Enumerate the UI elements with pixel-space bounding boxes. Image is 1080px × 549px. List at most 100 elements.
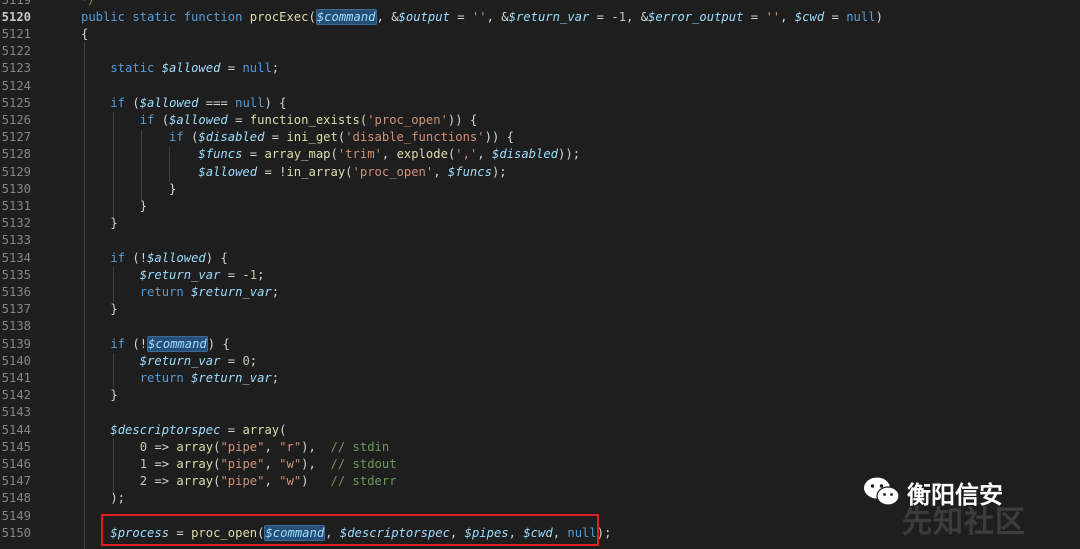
code-token: , &	[626, 9, 649, 24]
code-line[interactable]: 5124	[0, 78, 1080, 95]
code-line[interactable]: 5137 }	[0, 301, 1080, 318]
highlight-box	[101, 514, 599, 546]
code-token: $return_var	[139, 267, 221, 282]
line-number: 5137	[1, 302, 31, 317]
code-line[interactable]: 5127 if ($disabled = ini_get('disable_fu…	[0, 129, 1080, 146]
code-line[interactable]: 5134 if (!$allowed) {	[0, 250, 1080, 267]
code-line[interactable]: 5136 return $return_var;	[0, 284, 1080, 301]
code-token: =	[227, 112, 250, 127]
code-line[interactable]: 5126 if ($allowed = function_exists('pro…	[0, 112, 1080, 129]
code-line[interactable]: 5140 $return_var = 0;	[0, 353, 1080, 370]
code-token: (	[161, 112, 170, 127]
code-text: if ($allowed === null) {	[81, 95, 286, 112]
line-number: 5122	[1, 44, 31, 59]
line-number: 5119	[0, 0, 31, 9]
code-token: $return_var	[191, 370, 272, 385]
line-number: 5139	[1, 336, 31, 351]
code-line[interactable]: 5144 $descriptorspec = array(	[0, 422, 1080, 439]
code-line[interactable]: 5143	[0, 404, 1080, 421]
code-token: $error_output	[648, 9, 744, 24]
line-number: 5147	[1, 474, 31, 489]
code-token: 'trim'	[337, 147, 382, 162]
code-token: 1	[618, 9, 627, 24]
code-token: ,	[780, 9, 795, 24]
line-number: 5133	[1, 233, 31, 248]
code-token: null	[846, 9, 876, 24]
code-token: ;	[257, 267, 265, 282]
code-text: $allowed = !in_array('proc_open', $funcs…	[81, 164, 506, 181]
code-token: $descriptorspec	[110, 422, 221, 437]
code-line[interactable]: 5138	[0, 318, 1080, 335]
line-number: 5126	[1, 112, 31, 127]
code-text: return $return_var;	[81, 370, 279, 387]
code-token: 0	[139, 439, 148, 454]
code-token: =>	[147, 474, 177, 489]
code-line[interactable]: 5122	[0, 43, 1080, 60]
code-token: $disabled	[491, 147, 559, 162]
code-token: array	[242, 422, 280, 437]
code-line[interactable]: 5133	[0, 232, 1080, 249]
line-number: 5123	[1, 61, 31, 76]
code-text: $return_var = 0;	[81, 353, 257, 370]
code-token: null	[242, 61, 272, 76]
code-token: ,	[264, 456, 280, 471]
code-line[interactable]: 5123 static $allowed = null;	[0, 60, 1080, 77]
code-token: ),	[301, 456, 331, 471]
code-line[interactable]: 5132 }	[0, 215, 1080, 232]
line-number: 5141	[1, 370, 31, 385]
code-line[interactable]: 5135 $return_var = -1;	[0, 267, 1080, 284]
highlighted-token: $command	[147, 335, 208, 352]
line-number: 5148	[1, 491, 31, 506]
code-line[interactable]: 5125 if ($allowed === null) {	[0, 95, 1080, 112]
line-number: 5128	[1, 147, 31, 162]
code-token: ) {	[207, 336, 230, 351]
code-token: =>	[147, 456, 177, 471]
code-token: }	[81, 216, 118, 231]
code-line[interactable]: 5120 public static function procExec($com…	[0, 8, 1080, 26]
line-number: 5140	[1, 353, 31, 368]
code-line[interactable]: 5119 */	[0, 0, 1080, 9]
code-line[interactable]: 5145 0 => array("pipe", "r"), // stdin	[0, 439, 1080, 456]
code-line[interactable]: 5139 if (!$command) {	[0, 335, 1080, 353]
code-token: )	[301, 474, 331, 489]
code-token: ===	[198, 95, 236, 110]
indent-guide	[113, 353, 114, 388]
code-token: if	[81, 130, 192, 145]
line-number: 5130	[1, 181, 31, 196]
indent-guide	[113, 267, 114, 302]
indent-guide	[113, 112, 114, 217]
code-line[interactable]: 5130 }	[0, 181, 1080, 198]
line-number: 5124	[1, 78, 31, 93]
code-token: (	[132, 95, 140, 110]
code-text: $funcs = array_map('trim', explode(',', …	[81, 146, 580, 163]
code-editor[interactable]: 5119 */ 5120 public static function procExe…	[0, 0, 1080, 549]
code-token: if	[81, 112, 162, 127]
code-token: "r"	[279, 439, 302, 454]
highlighted-token: $command	[315, 8, 377, 25]
code-token: ,	[264, 439, 280, 454]
code-token: $funcs	[198, 147, 243, 162]
line-number: 5132	[1, 216, 31, 231]
code-token: {	[81, 26, 89, 41]
code-line[interactable]: 5129 $allowed = !in_array('proc_open', $…	[0, 164, 1080, 181]
line-number: 5138	[1, 319, 31, 334]
code-token: =	[220, 422, 243, 437]
watermark-account: 衡阳信安	[907, 481, 1003, 509]
code-text: }	[81, 301, 117, 318]
code-line[interactable]: 5146 1 => array("pipe", "w"), // stdout	[0, 456, 1080, 473]
code-line[interactable]: 5142 }	[0, 387, 1080, 404]
code-token: =	[449, 9, 472, 24]
code-token: public static function	[81, 9, 250, 24]
code-line[interactable]: 5131 }	[0, 198, 1080, 215]
code-token: , &	[486, 9, 509, 24]
line-number: 5131	[1, 198, 31, 213]
code-line[interactable]: 5128 $funcs = array_map('trim', explode(…	[0, 146, 1080, 163]
code-line[interactable]: 5121 {	[0, 26, 1080, 43]
code-line[interactable]: 5141 return $return_var;	[0, 370, 1080, 387]
code-token: return	[81, 370, 192, 385]
line-number: 5129	[1, 164, 31, 179]
line-number: 5121	[1, 26, 31, 41]
